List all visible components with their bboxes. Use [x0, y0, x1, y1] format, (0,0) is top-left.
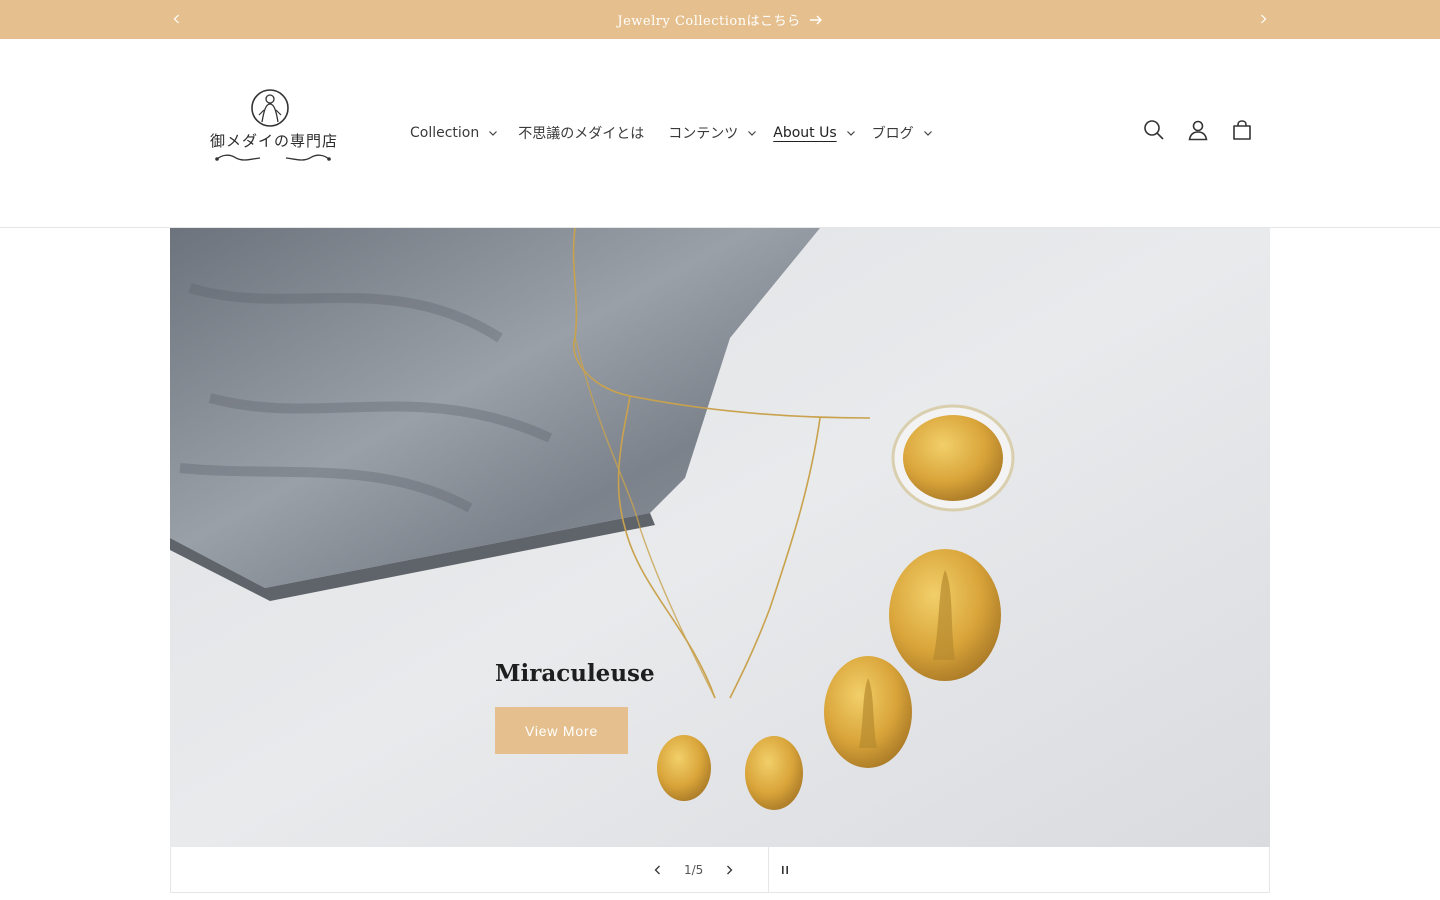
logo-emblem	[215, 89, 331, 161]
header-icons	[1142, 118, 1254, 142]
hero-image	[170, 228, 1270, 847]
logo-text: 御メダイの専門店	[210, 132, 339, 150]
chevron-down-icon	[489, 131, 498, 136]
cart-button[interactable]	[1230, 118, 1254, 142]
slider-pagination: 1/5	[636, 847, 751, 892]
nav-item-label: ブログ	[871, 126, 914, 142]
chevron-down-icon	[846, 131, 855, 136]
announcement-bar: Jewelry Collectionはこちら	[0, 0, 1440, 39]
announcement-text: Jewelry Collectionはこちら	[617, 14, 801, 29]
nav-item-blog[interactable]: ブログ	[864, 119, 941, 147]
pause-icon	[781, 865, 788, 874]
site-header: 御メダイの専門店 Collection 不思議のメダイとは コンテンツ Abou…	[0, 39, 1440, 228]
slideshow-controls: 1/5	[170, 847, 1270, 893]
nav-item-label: 不思議のメダイとは	[518, 126, 645, 142]
nav-item-contents[interactable]: コンテンツ	[660, 119, 765, 147]
cart-icon	[1233, 120, 1251, 140]
arrow-right-icon	[809, 15, 822, 24]
nav-item-label: Collection	[410, 125, 480, 141]
view-more-button[interactable]: View More	[495, 707, 628, 754]
hero-content: Miraculeuse View More	[495, 660, 655, 754]
site-logo[interactable]: 御メダイの専門店	[200, 86, 345, 171]
chevron-down-icon	[923, 131, 932, 136]
slide-pause-button[interactable]	[768, 847, 800, 892]
nav-item-label: About Us	[773, 125, 837, 141]
account-icon	[1188, 120, 1208, 141]
slide-prev-button[interactable]	[636, 848, 680, 892]
search-icon	[1144, 120, 1164, 140]
slide-next-button[interactable]	[707, 848, 751, 892]
chevron-right-icon	[1261, 14, 1267, 24]
announcement-next-button[interactable]	[1254, 10, 1272, 28]
hero-title: Miraculeuse	[495, 660, 655, 687]
announcement-link[interactable]: Jewelry Collectionはこちら	[617, 10, 822, 29]
nav-item-about-us[interactable]: About Us	[765, 119, 863, 147]
slide-counter: 1/5	[684, 862, 704, 877]
hero-slide: Miraculeuse View More	[170, 228, 1270, 847]
chevron-left-icon	[654, 865, 660, 874]
nav-item-about-medal[interactable]: 不思議のメダイとは	[510, 119, 652, 147]
search-button[interactable]	[1142, 118, 1166, 142]
account-button[interactable]	[1186, 118, 1210, 142]
chevron-down-icon	[748, 131, 757, 136]
nav-item-collection[interactable]: Collection	[402, 119, 506, 147]
nav-item-label: コンテンツ	[668, 126, 739, 142]
main-nav: Collection 不思議のメダイとは コンテンツ About Us ブログ	[402, 119, 941, 147]
chevron-right-icon	[727, 865, 733, 874]
announcement-message: Jewelry Collectionはこちら	[0, 0, 1440, 39]
